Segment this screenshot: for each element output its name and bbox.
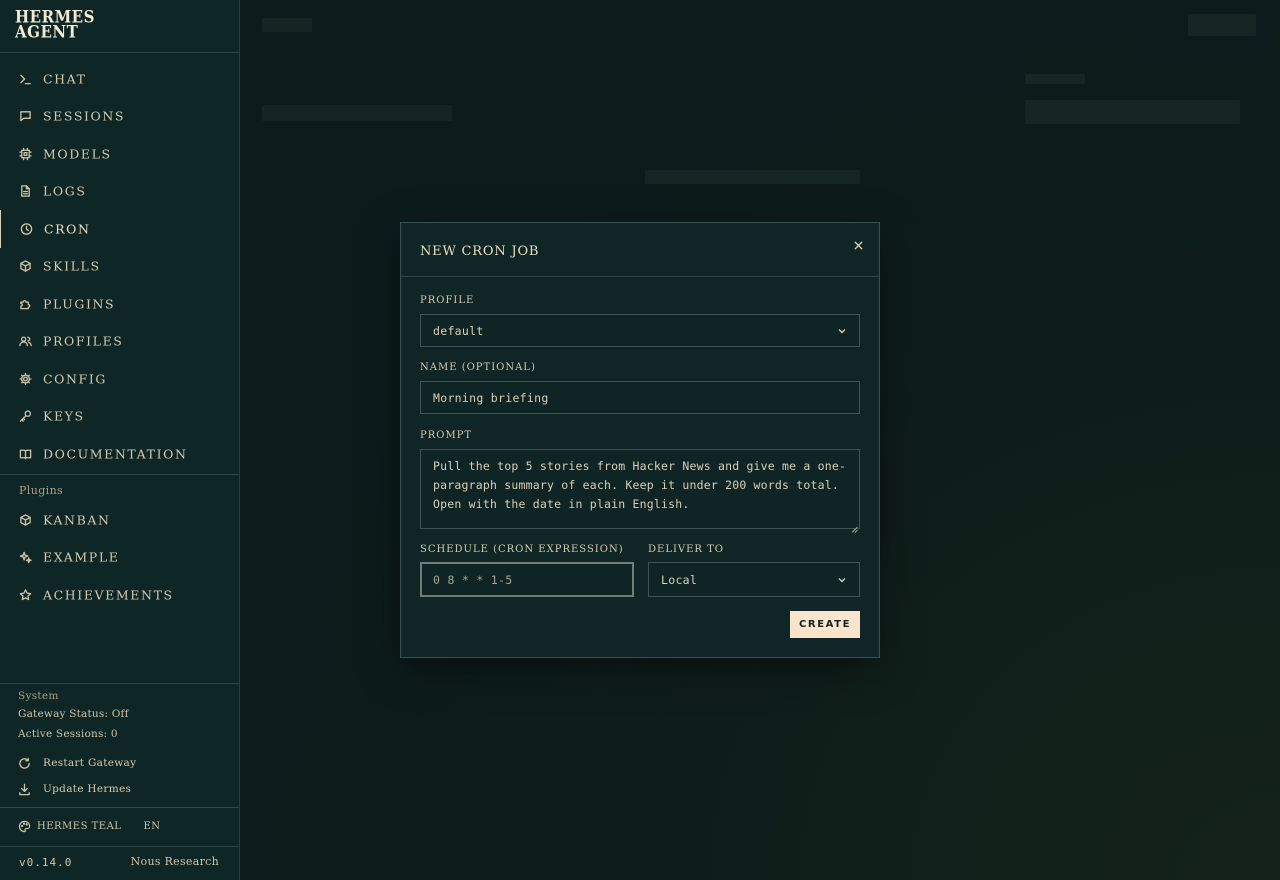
dialog-title: NEW CRON JOB	[420, 244, 540, 259]
nav-item-label: PLUGINS	[43, 296, 116, 312]
puzzle-icon	[19, 297, 32, 310]
refresh-icon	[18, 757, 31, 770]
nav-item-example[interactable]: EXAMPLE	[0, 539, 239, 577]
schedule-input[interactable]: 0 8 * * 1-5	[420, 562, 634, 597]
divider	[0, 474, 239, 475]
nav-item-label: KEYS	[43, 408, 85, 424]
chevron-down-icon	[837, 326, 847, 336]
nav-item-plugins[interactable]: PLUGINS	[0, 285, 239, 323]
cube-icon	[19, 260, 32, 273]
theme-label: HERMES TEAL	[37, 820, 122, 832]
profile-select-value: default	[433, 323, 484, 338]
nav-item-achievements[interactable]: ACHIEVEMENTS	[0, 576, 239, 614]
new-cron-job-dialog: NEW CRON JOB PROFILE default NAME (OPTIO…	[400, 222, 880, 658]
nav-item-kanban[interactable]: KANBAN	[0, 501, 239, 539]
chevron-down-icon	[837, 575, 847, 585]
divider	[0, 683, 239, 684]
update-hermes-label: Update Hermes	[43, 783, 132, 795]
nav-item-label: CONFIG	[43, 371, 107, 387]
terminal-icon	[19, 72, 32, 85]
version-label: v0.14.0	[19, 856, 73, 869]
prompt-textarea-value: Pull the top 5 stories from Hacker News …	[433, 459, 847, 511]
divider	[0, 846, 239, 847]
resize-handle-icon[interactable]	[851, 520, 858, 533]
name-input[interactable]: Morning briefing	[420, 381, 860, 414]
nav-item-config[interactable]: CONFIG	[0, 360, 239, 398]
theme-switcher[interactable]: HERMES TEAL EN	[18, 818, 161, 834]
divider	[0, 52, 239, 53]
nav-item-label: EXAMPLE	[43, 549, 120, 565]
nav-item-label: MODELS	[43, 146, 112, 162]
close-button[interactable]	[851, 238, 865, 252]
credit-link[interactable]: Nous Research	[131, 855, 219, 868]
profile-select[interactable]: default	[420, 314, 860, 347]
nav-item-documentation[interactable]: DOCUMENTATION	[0, 435, 239, 473]
prompt-label: PROMPT	[420, 430, 473, 441]
users-icon	[19, 335, 32, 348]
deliver-to-select[interactable]: Local	[648, 562, 860, 597]
nav-item-label: LOGS	[43, 183, 87, 199]
nav-item-logs[interactable]: LOGS	[0, 173, 239, 211]
chip-icon	[19, 147, 32, 160]
app-logo[interactable]: HERMES AGENT	[15, 8, 135, 42]
star-icon	[19, 588, 32, 601]
nav-item-label: ACHIEVEMENTS	[43, 587, 174, 603]
key-icon	[19, 410, 32, 423]
clock-icon	[20, 222, 33, 235]
gear-icon	[19, 372, 32, 385]
nav-item-label: DOCUMENTATION	[43, 446, 188, 462]
prompt-textarea[interactable]: Pull the top 5 stories from Hacker News …	[420, 449, 860, 533]
nav-item-cron[interactable]: CRON	[0, 210, 240, 248]
book-icon	[19, 447, 32, 460]
dialog-header: NEW CRON JOB	[401, 223, 879, 277]
nav-item-chat[interactable]: CHAT	[0, 60, 239, 98]
close-icon	[853, 240, 863, 250]
chat-bubble-icon	[19, 110, 32, 123]
download-icon	[18, 783, 31, 796]
nav-item-sessions[interactable]: SESSIONS	[0, 98, 239, 136]
divider	[0, 807, 239, 808]
schedule-label: SCHEDULE (CRON EXPRESSION)	[420, 544, 624, 555]
schedule-input-value: 0 8 * * 1-5	[433, 572, 513, 587]
nav-item-models[interactable]: MODELS	[0, 135, 239, 173]
deliver-to-label: DELIVER TO	[648, 544, 725, 555]
nav-item-profiles[interactable]: PROFILES	[0, 323, 239, 361]
cube-icon	[19, 513, 32, 526]
nav-item-label: SKILLS	[43, 258, 101, 274]
sidebar: HERMES AGENT CHAT SESSIONS MODELS LOGS C…	[0, 0, 240, 880]
restart-gateway-label: Restart Gateway	[43, 757, 137, 769]
nav-item-label: SESSIONS	[43, 108, 126, 124]
profile-label: PROFILE	[420, 295, 475, 306]
update-hermes-button[interactable]: Update Hermes	[18, 781, 131, 797]
nav-item-label: PROFILES	[43, 333, 124, 349]
active-sessions: Active Sessions: 0	[18, 728, 118, 740]
name-input-value: Morning briefing	[433, 390, 549, 405]
nav-item-skills[interactable]: SKILLS	[0, 248, 239, 286]
gateway-status: Gateway Status: Off	[18, 708, 129, 720]
restart-gateway-button[interactable]: Restart Gateway	[18, 755, 136, 771]
nav-item-label: CRON	[44, 221, 91, 237]
nav-item-label: CHAT	[43, 71, 87, 87]
nav-item-label: KANBAN	[43, 512, 111, 528]
nav-item-keys[interactable]: KEYS	[0, 398, 239, 436]
document-icon	[19, 185, 32, 198]
name-label: NAME (OPTIONAL)	[420, 362, 536, 373]
logo-line2: AGENT	[15, 21, 79, 42]
sparkle-icon	[19, 551, 32, 564]
language-switcher[interactable]: EN	[143, 821, 160, 832]
plugins-section-title: Plugins	[19, 484, 64, 497]
create-button[interactable]: CREATE	[790, 611, 860, 638]
deliver-to-select-value: Local	[661, 572, 698, 587]
palette-icon	[18, 820, 31, 833]
system-section-title: System	[18, 690, 59, 702]
